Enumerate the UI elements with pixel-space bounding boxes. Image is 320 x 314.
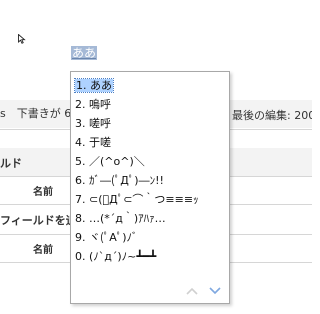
candidate-item[interactable]: 8. …(*´д｀)ｱﾊｧ… (71, 209, 229, 228)
candidate-item[interactable]: 6. ｶﾞ―(ﾟДﾟ)―ﾝ!! (71, 171, 229, 190)
candidate-item[interactable]: 9. ヾ(ﾟAﾟ)ﾉﾞ (71, 228, 229, 247)
candidate-item[interactable]: 4. 于嗟 (71, 133, 229, 152)
ime-candidate-window: 1. ああ 2. 嗚呼 3. 嗟呼 4. 于嗟 5. ／(^o^)＼ 6. ｶﾞ… (70, 71, 230, 304)
candidate-item[interactable]: 7. ⊂(ﾟДﾟ⊂⌒｀つ≡≡≡ｯ (71, 190, 229, 209)
screen: ああ s 下書きが 6 最後の編集: 200 ルド 名前 フィールドを追加 名前… (0, 0, 312, 314)
candidate-item[interactable]: 3. 嗟呼 (71, 114, 229, 133)
candidate-item[interactable]: 0. (ﾉ`д´)ﾉ~┻━┻ (71, 247, 229, 266)
mouse-pointer-icon (18, 34, 26, 44)
candidate-item[interactable]: 1. ああ (71, 76, 229, 95)
draft-count-text: s 下書きが 6 (0, 107, 72, 120)
name-column-header: 名前 (33, 245, 53, 256)
field-section-title: ルド (0, 157, 22, 170)
candidate-pager (71, 273, 229, 303)
candidate-item[interactable]: 5. ／(^o^)＼ (71, 152, 229, 171)
last-edit-text: 最後の編集: 200 (232, 109, 312, 122)
name-column-header: 名前 (33, 187, 53, 198)
chevron-up-icon[interactable] (185, 287, 199, 295)
candidate-list: 1. ああ 2. 嗚呼 3. 嗟呼 4. 于嗟 5. ／(^o^)＼ 6. ｶﾞ… (71, 72, 229, 266)
candidate-item[interactable]: 2. 嗚呼 (71, 95, 229, 114)
ime-composition-text: ああ (71, 46, 98, 60)
chevron-down-icon[interactable] (208, 287, 222, 295)
